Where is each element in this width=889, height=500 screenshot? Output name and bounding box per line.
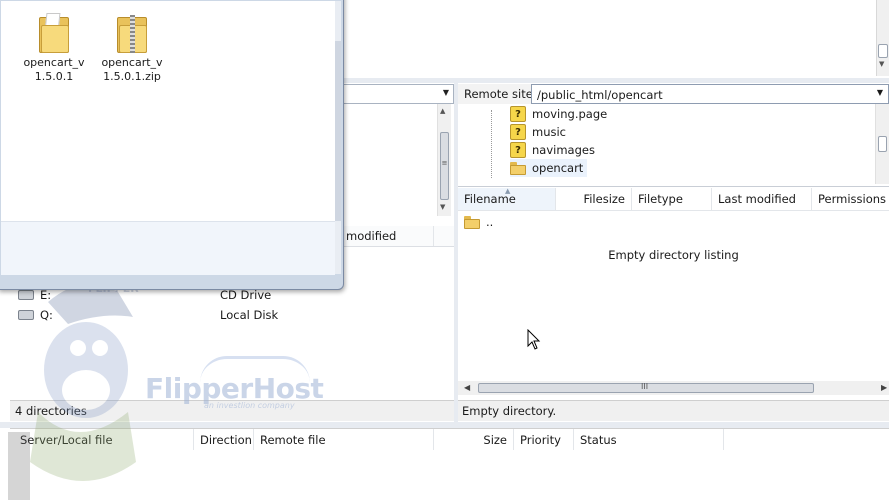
remote-directory-tree[interactable]: ? moving.page ? music ? navimages openca… [458,104,889,184]
scroll-thumb[interactable]: ≡ [440,132,449,200]
scroll-left-arrow-icon[interactable]: ◀ [464,383,470,392]
column-label: modified [346,229,397,243]
dropdown-arrow-icon[interactable]: ▼ [443,88,449,97]
explorer-details-pane [1,221,335,275]
mouse-cursor-icon [527,329,541,350]
tree-item[interactable]: ? navimages [510,141,595,159]
column-priority[interactable]: Priority [514,429,574,451]
tree-item-label: navimages [532,143,595,157]
empty-listing-message: Empty directory listing [458,248,889,262]
parent-dir-label: .. [486,215,494,229]
column-last-modified[interactable]: Last modified [712,188,812,210]
scroll-thumb[interactable]: III [478,382,814,393]
column-label: Remote file [260,433,326,447]
unknown-folder-icon: ? [510,142,526,158]
scroll-down-arrow-icon[interactable]: ▼ [440,203,445,211]
tree-item[interactable]: ? moving.page [510,105,607,123]
scroll-right-arrow-icon[interactable]: ▶ [881,383,887,392]
local-site-dropdown[interactable]: ▼ [340,84,454,104]
folder-icon [510,161,526,175]
column-direction[interactable]: Direction [194,429,254,451]
dropdown-arrow-icon[interactable]: ▼ [877,88,883,97]
remote-site-label: Remote site: [464,87,537,101]
remote-tree-scrollbar[interactable] [875,104,889,184]
file-name-line: 1.5.0.1.zip [103,70,161,83]
column-label: Priority [520,433,561,447]
tree-item-label: opencart [532,161,584,175]
scroll-thumb[interactable] [335,41,341,221]
column-label: Status [580,433,617,447]
scroll-down-arrow-icon[interactable]: ▼ [879,60,884,68]
file-name-line: opencart_v [101,56,163,69]
grip-icon: III [641,382,649,391]
zip-folder-icon [115,13,149,53]
message-log-scrollbar[interactable]: ▼ [876,0,889,76]
scroll-thumb[interactable] [878,44,888,58]
tree-item-label: moving.page [532,107,608,121]
column-status[interactable]: Status [574,429,724,451]
column-label: Filesize [583,192,625,206]
column-label: Permissions [818,192,887,206]
tree-item-label: music [532,125,567,139]
file-item-folder[interactable]: opencart_v 1.5.0.1 [17,13,91,84]
file-name-line: 1.5.0.1 [34,70,74,83]
column-label: Size [483,433,507,447]
explorer-file-view[interactable]: opencart_v 1.5.0.1 opencart_v 1.5.0.1.zi… [1,1,335,221]
explorer-window[interactable]: opencart_v 1.5.0.1 opencart_v 1.5.0.1.zi… [0,0,344,290]
remote-column-header: ▲ Filename Filesize Filetype Last modifi… [458,187,889,211]
tree-item[interactable]: ? music [510,123,566,141]
column-remote-file[interactable]: Remote file [254,429,434,451]
watermark-tagline: an investlion company [204,401,295,410]
remote-site-input[interactable]: /public_html/opencart ▼ [531,84,889,104]
sort-ascending-icon: ▲ [505,187,511,195]
column-last-modified[interactable]: modified [340,226,434,246]
unknown-folder-icon: ? [510,124,526,140]
folder-icon [37,13,71,53]
empty-listing-text: Empty directory listing [608,248,739,262]
drive-type-label: Local Disk [220,308,279,322]
column-filesize[interactable]: Filesize [556,188,632,210]
tree-item-selected[interactable]: opencart [510,159,588,177]
column-label: Direction [200,433,252,447]
drive-type: Local Disk [220,306,278,324]
local-tree-scrollbar[interactable]: ▲ ≡ ▼ [437,104,451,216]
tree-guide-line [491,110,493,178]
remote-status-bar: Empty directory. [458,400,889,421]
scroll-thumb[interactable] [878,136,887,152]
explorer-scrollbar[interactable] [335,1,341,274]
column-label: Filetype [638,192,683,206]
local-column-header: modified [340,226,454,247]
grip-icon: ≡ [441,159,448,167]
scroll-up-arrow-icon[interactable]: ▲ [440,107,445,115]
column-size[interactable]: Size [434,429,514,451]
remote-file-list[interactable]: .. Empty directory listing [458,186,889,403]
file-item-zip[interactable]: opencart_v 1.5.0.1.zip [95,13,169,84]
column-permissions[interactable]: Permissions [812,188,889,210]
unknown-folder-icon: ? [510,106,526,122]
column-filename[interactable]: ▲ Filename [458,187,556,210]
drive-type-label: CD Drive [220,288,272,302]
remote-list-hscrollbar[interactable]: ◀ III ▶ [458,381,889,395]
column-filetype[interactable]: Filetype [632,188,712,210]
file-name-line: opencart_v [23,56,85,69]
folder-icon [464,215,480,229]
remote-path-value: /public_html/opencart [537,88,663,102]
status-text: Empty directory. [462,404,557,418]
column-label: Last modified [718,192,796,206]
list-item-parent-dir[interactable]: .. [464,213,493,231]
brand-watermark: FlipperHost an investlion company [140,356,324,412]
